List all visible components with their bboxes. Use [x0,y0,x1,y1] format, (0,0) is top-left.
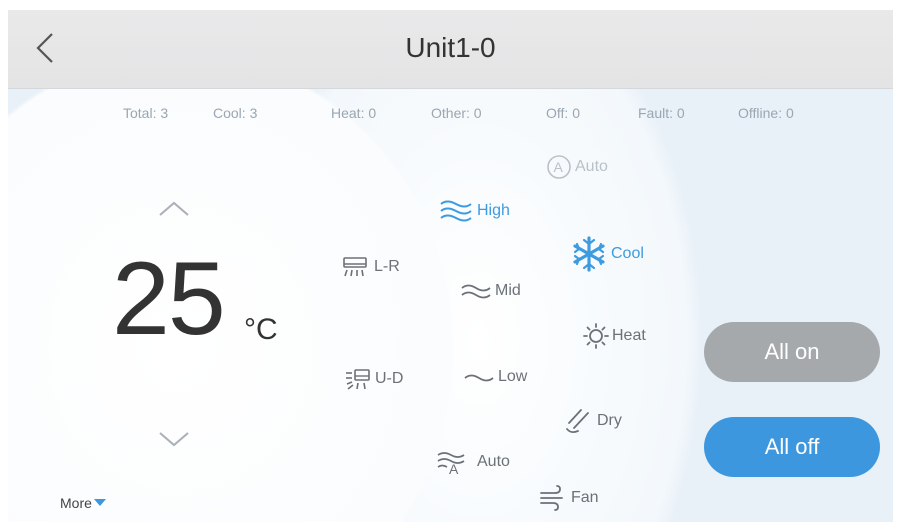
temp-up-button[interactable] [156,197,192,221]
fan-mode-icon [540,485,563,511]
swing-lr-label: L-R [374,258,400,275]
swing-ud-option[interactable]: U-D [344,367,403,391]
dry-icon [566,409,589,434]
mode-heat-label: Heat [612,327,646,344]
screen: Unit1-0 Total: 3 Cool: 3 Heat: 0 Other: … [8,10,893,522]
more-label: More [60,495,92,511]
temperature-unit: °C [244,313,278,346]
stat-other: Other: 0 [431,105,482,121]
stat-off: Off: 0 [546,105,580,121]
mode-cool-option[interactable]: Cool [570,235,644,273]
stat-cool: Cool: 3 [213,105,258,121]
fan-high-icon [440,200,472,222]
svg-text:A: A [449,461,459,475]
fan-mid-icon [461,284,491,299]
swing-lr-icon [343,257,367,277]
mode-fan-option[interactable]: Fan [538,485,599,511]
more-button[interactable]: More [60,495,106,511]
top-bar: Unit1-0 [8,10,893,89]
temp-down-button[interactable] [156,427,192,451]
fan-low-option[interactable]: Low [463,365,527,389]
fan-low-icon [464,374,494,382]
fan-mid-label: Mid [495,282,521,299]
page-title: Unit1-0 [405,32,496,63]
svg-text:A: A [554,159,564,175]
mode-cool-label: Cool [611,245,644,262]
fan-high-label: High [477,202,510,219]
mode-dry-option[interactable]: Dry [564,407,622,435]
auto-mode-icon: A [547,155,571,179]
stat-offline: Offline: 0 [738,105,794,121]
snowflake-icon [573,236,605,272]
swing-lr-option[interactable]: L-R [341,255,400,279]
swing-ud-label: U-D [375,370,404,387]
fan-mid-option[interactable]: Mid [460,279,521,303]
all-on-button[interactable]: All on [704,322,880,382]
stat-heat: Heat: 0 [331,105,377,121]
fan-low-label: Low [498,368,528,385]
sun-icon [583,323,609,349]
fan-auto-label: Auto [477,453,510,470]
chevron-up-icon [159,201,189,216]
temperature-value: 25 [112,241,226,357]
stat-total: Total: 3 [123,105,169,121]
mode-auto-option[interactable]: A Auto [546,154,608,180]
fan-auto-icon: A [437,452,465,475]
mode-heat-option[interactable]: Heat [583,323,646,349]
fan-auto-option[interactable]: A Auto [436,449,510,475]
fan-high-option[interactable]: High [438,197,510,225]
control-panel: Total: 3 Cool: 3 Heat: 0 Other: 0 Off: 0… [8,89,893,522]
all-off-button[interactable]: All off [704,417,880,477]
chevron-down-icon [159,432,189,447]
mode-auto-label: Auto [575,158,608,175]
mode-dry-label: Dry [597,412,622,429]
swing-ud-icon [346,369,370,390]
caret-down-icon [93,499,106,506]
stat-fault: Fault: 0 [638,105,685,121]
mode-fan-label: Fan [571,489,599,506]
